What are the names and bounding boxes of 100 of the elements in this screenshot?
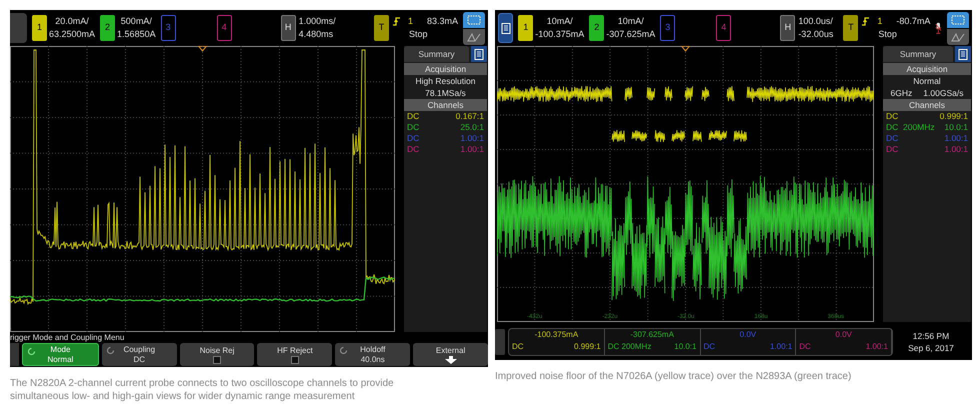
acquisition-value: 6GHz [890,87,912,99]
checkbox[interactable] [213,356,222,364]
rotate-knob-icon [27,347,36,356]
probe-ratio: 1.00:1 [460,144,484,155]
scale-readout: 10mA/ [618,15,644,28]
channel-button[interactable]: 1 [518,15,534,41]
panel-menu-button[interactable] [471,46,487,62]
channel-coupling: DC [704,341,716,353]
rotate-knob-icon [106,346,115,355]
offset-readout: -307.625mA [606,28,656,41]
channel-reading: 0.0V [834,329,853,341]
softkey-button[interactable]: Mode Normal [22,343,99,366]
softkey-button[interactable]: Holdoff 40.0ns [335,343,410,366]
offset-readout: 63.2500mA [49,28,96,41]
probe-ratio: 10.0:1 [944,122,968,133]
trigger-button[interactable]: T [843,15,858,41]
clock-time: 12:56 PM [912,330,950,342]
document-icon [958,48,968,60]
horizontal-button[interactable]: H [280,15,296,41]
softkey-label: HF Reject [277,346,313,356]
softkey-label: Holdoff [360,344,386,354]
document-icon [500,22,511,34]
section-header: Channels [404,99,487,111]
delta-icon [951,32,965,42]
probe-ratio: 1.00:1 [944,144,968,155]
probe-ratio: 1.00:1 [944,133,968,144]
softkey-label: External [436,346,466,356]
probe-ratio: 0.999:1 [940,111,968,122]
figure-caption: Improved noise floor of the N7026A (yellow trace) over the N2893A (green trace) [495,370,852,383]
menu-button[interactable] [498,13,514,43]
summary-tab[interactable]: Summary [404,46,469,62]
channel-button[interactable]: 4 [216,15,232,41]
channel-coupling: DC [799,341,811,353]
run-status: Stop [408,28,428,41]
probe-ratio: 1.00:1 [866,341,888,353]
offset-readout: 4.480ms [298,28,334,41]
rising-edge-icon [392,17,400,26]
figure-caption: The N2820A 2-channel current probe connects to two oscilloscope channels to provide simultaneous low- and high-gain views for wider dynamic range measurement [10,377,395,403]
channel-coupling: DC 200MHz [608,341,652,353]
offset-readout: 1.56850A [117,28,156,41]
delta-button[interactable] [463,28,485,44]
probe-ratio: 1.00:1 [460,133,484,144]
channel-coupling: DC 200MHz [886,122,935,133]
channel-coupling: DC [407,122,420,133]
dotted-rectangle-icon [467,14,481,24]
section-header: Acquisition [883,63,971,75]
softkey-button[interactable]: Noise Rej [180,343,254,366]
trigger-button[interactable]: T [374,15,389,41]
probe-ratio: 0.167:1 [456,111,484,122]
summary-tab[interactable]: Summary [883,46,953,62]
section-header: Channels [883,99,971,111]
menu-title: rigger Mode and Coupling Menu [10,332,126,343]
channel-coupling: DC [512,341,524,353]
rising-edge-icon [862,17,870,26]
channel-reading: -100.375mA [534,329,580,341]
softkey-value: Normal [48,354,74,364]
channel-coupling: DC [886,144,898,155]
dotted-rectangle-icon [951,14,965,24]
trigger-source: 1 [877,15,882,28]
scale-readout: 10mA/ [546,15,573,28]
softkey-label: Mode [50,344,70,354]
probe-ratio: 0.999:1 [574,341,601,353]
acquisition-value: 78.1MSa/s [425,87,466,99]
scale-readout: 500mA/ [120,15,152,28]
scale-readout: 1.000ms/ [298,15,336,28]
trigger-marker-icon [680,46,691,52]
softkey-button[interactable]: External [413,343,488,366]
delta-button[interactable] [947,28,969,44]
softkey-button[interactable]: HF Reject [257,343,332,366]
document-icon [474,48,484,60]
channel-button[interactable]: 4 [716,15,732,41]
offset-readout: -32.00us [798,28,834,41]
zoom-button[interactable] [463,12,485,28]
softkey-button[interactable]: Coupling DC [102,343,177,366]
probe-ratio: 25.0:1 [460,122,484,133]
offset-readout: -100.375mA [535,28,584,41]
horizontal-button[interactable]: H [780,15,796,41]
acquisition-value: 1.00GSa/s [923,87,964,99]
checkbox[interactable] [290,356,299,364]
channel-coupling: DC [407,144,420,155]
channel-button[interactable]: 1 [32,15,47,41]
channel-coupling: DC [886,133,898,144]
rotate-knob-icon [339,346,348,355]
channel-button[interactable]: 2 [100,15,116,41]
down-arrow-icon [444,356,457,364]
zoom-button[interactable] [947,12,969,28]
softkey-value: DC [133,354,146,364]
trigger-level: 83.3mA [426,15,458,28]
channel-coupling: DC [407,111,420,122]
probe-ratio: 10.0:1 [674,341,696,353]
channel-coupling: DC [886,111,898,122]
delta-icon [467,32,481,42]
softkey-label: Noise Rej [200,346,234,356]
acquisition-value: High Resolution [415,75,476,87]
trigger-source: 1 [408,15,413,28]
channel-reading: -307.625mA [629,329,675,341]
scale-readout: 20.0mA/ [55,15,89,28]
scale-readout: 100.0us/ [798,15,833,28]
panel-menu-button[interactable] [955,46,971,62]
channel-button[interactable]: 2 [589,15,604,41]
